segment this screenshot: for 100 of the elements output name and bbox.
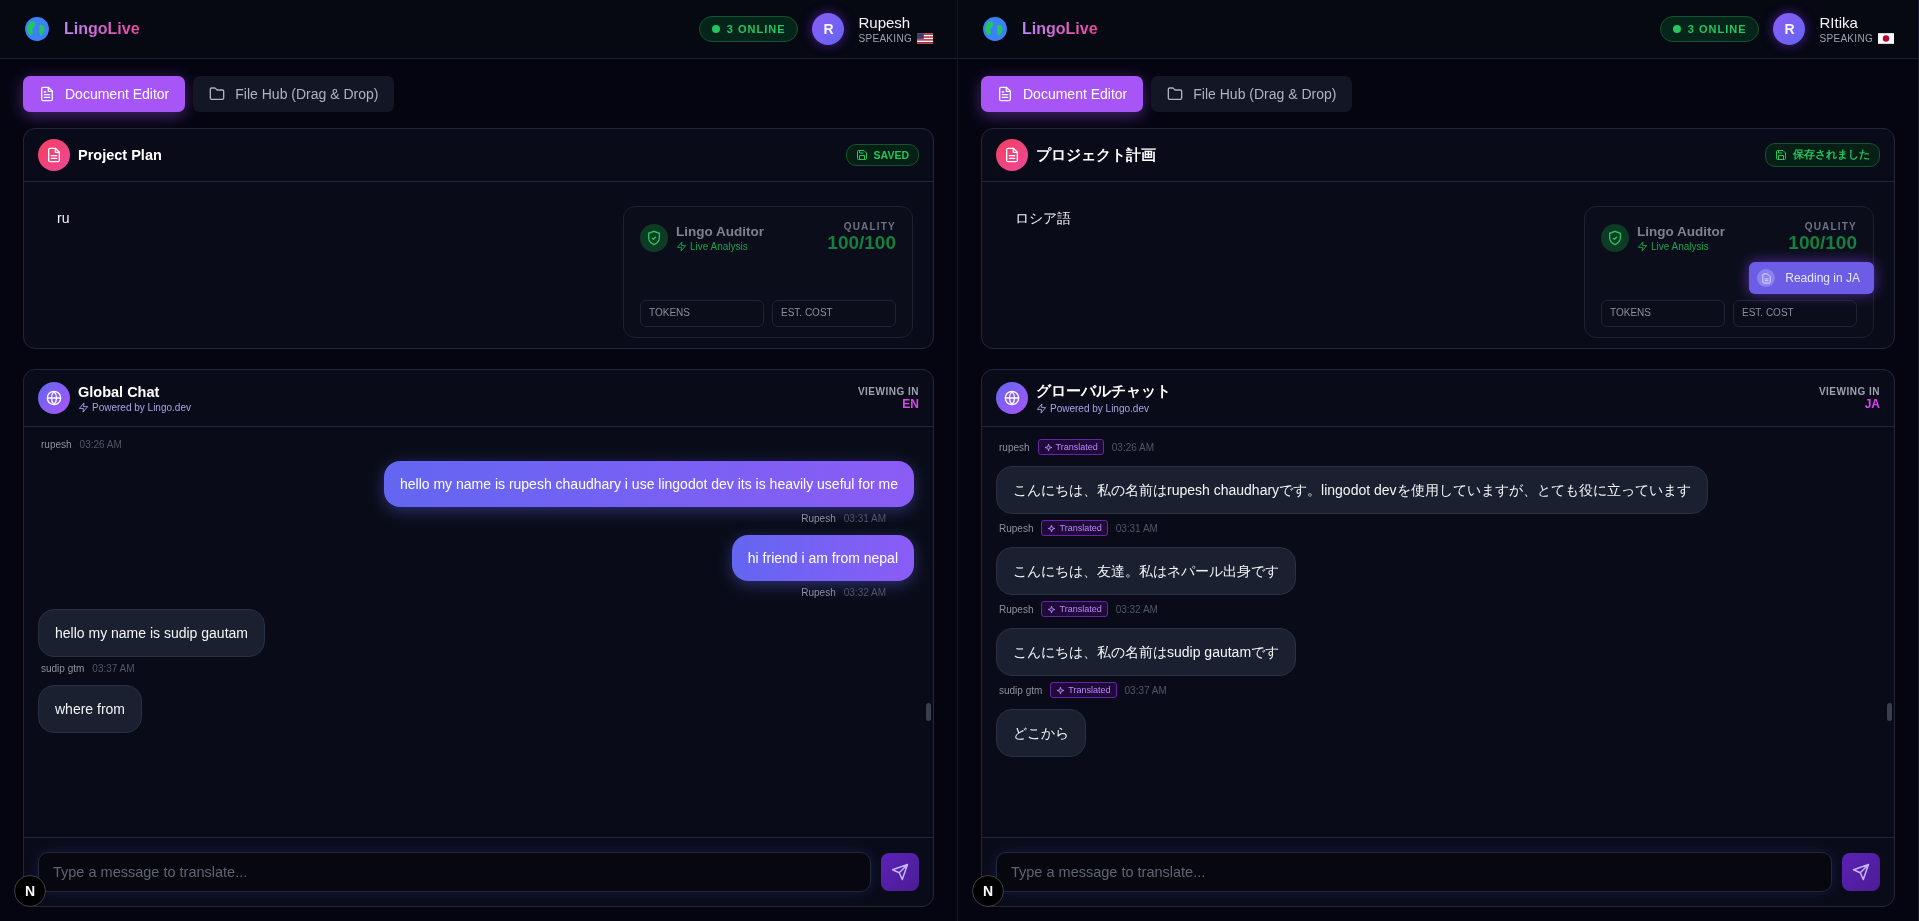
- message-bubble: どこから: [996, 709, 1086, 757]
- flag-icon: [1878, 33, 1894, 44]
- sparkle-icon: [1056, 685, 1066, 695]
- document-icon: [39, 86, 55, 102]
- dev-tools-badge[interactable]: N: [14, 875, 46, 907]
- bolt-icon: [78, 401, 89, 413]
- app-name: LingoLive: [64, 20, 140, 38]
- sender-name: Rupesh: [999, 603, 1034, 615]
- sparkle-icon: [1047, 604, 1057, 614]
- sender-name: Rupesh: [801, 587, 836, 598]
- auditor-title: Lingo Auditor: [676, 223, 764, 239]
- bolt-icon: [676, 240, 687, 252]
- globe-icon: [982, 16, 1008, 42]
- message-time: 03:26 AM: [79, 439, 122, 450]
- user-avatar: R: [812, 13, 845, 45]
- stat-label: EST. COST: [1733, 300, 1857, 327]
- save-icon: [855, 149, 868, 161]
- auditor-title: Lingo Auditor: [1637, 223, 1725, 239]
- chat-subtitle: Powered by Lingo.dev: [1050, 403, 1149, 414]
- save-icon: [1775, 149, 1787, 161]
- message-bubble: こんにちは、私の名前はsudip gautamです: [996, 628, 1297, 676]
- folder-icon: [1167, 86, 1184, 102]
- message-bubble: hello my name is rupesh chaudhary i use lingodot dev its is heavily useful for me: [383, 461, 914, 507]
- viewing-label: VIEWING IN: [857, 385, 919, 397]
- tab[interactable]: Document Editor: [981, 76, 1144, 112]
- globe-icon: [38, 382, 70, 414]
- sender-name: rupesh: [999, 441, 1030, 453]
- quality-label: QUALITY: [843, 221, 896, 232]
- sender-name: Rupesh: [801, 513, 836, 524]
- message-time: 03:32 AM: [843, 587, 886, 598]
- chat-subtitle: Powered by Lingo.dev: [92, 401, 191, 413]
- stat-label: TOKENS: [640, 300, 764, 327]
- send-button[interactable]: [1842, 853, 1880, 891]
- bolt-icon: [1637, 240, 1648, 252]
- chat-title: グローバルチャット: [1036, 382, 1171, 401]
- quality-score: 100/100: [827, 232, 896, 254]
- speaking-label: SPEAKING: [1819, 33, 1873, 44]
- sparkle-icon: [1047, 523, 1057, 533]
- reading-label: Reading in JA: [1785, 271, 1860, 285]
- tab[interactable]: Document Editor: [23, 76, 186, 112]
- dev-tools-badge[interactable]: N: [972, 875, 1004, 907]
- message-bubble: where from: [38, 685, 143, 733]
- online-count: 3 ONLINE: [726, 23, 786, 35]
- send-icon: [1852, 863, 1870, 881]
- status-dot-icon: [711, 25, 720, 33]
- user-avatar: R: [1773, 13, 1806, 45]
- document-icon: [38, 139, 70, 171]
- bolt-icon: [1036, 403, 1047, 414]
- document-icon: [997, 86, 1013, 102]
- document-icon: [996, 139, 1028, 171]
- send-icon: [891, 863, 909, 881]
- document-text[interactable]: ru: [57, 206, 70, 338]
- sender-name: sudip gtm: [999, 684, 1043, 696]
- document-title: Project Plan: [78, 147, 162, 163]
- translated-label: Translated: [1055, 442, 1098, 452]
- quality-label: QUALITY: [1804, 221, 1857, 232]
- message-bubble: こんにちは、友達。私はネパール出身です: [996, 547, 1296, 595]
- chat-title: Global Chat: [78, 383, 161, 400]
- message-bubble: hi friend i am from nepal: [731, 535, 914, 581]
- status-dot-icon: [1672, 25, 1681, 33]
- document-text[interactable]: ロシア語: [1015, 206, 1071, 338]
- auditor-subtitle: Live Analysis: [1651, 240, 1709, 252]
- online-count: 3 ONLINE: [1687, 23, 1747, 35]
- document-icon: [1757, 269, 1776, 287]
- globe-icon: [996, 382, 1028, 414]
- message-time: 03:32 AM: [1115, 603, 1158, 615]
- tab[interactable]: File Hub (Drag & Drop): [193, 76, 395, 112]
- user-name: RItika: [1819, 14, 1859, 31]
- message-input[interactable]: Type a message to translate...: [996, 852, 1832, 892]
- message-time: 03:26 AM: [1111, 441, 1155, 453]
- message-time: 03:31 AM: [1115, 522, 1158, 534]
- scrollbar-thumb[interactable]: [1887, 703, 1892, 721]
- message-bubble: こんにちは、私の名前はrupesh chaudharyです。lingodot devを使用していますが、とても役に立っています: [996, 466, 1708, 514]
- stat-label: EST. COST: [772, 300, 896, 327]
- message-input[interactable]: Type a message to translate...: [38, 852, 871, 892]
- globe-icon: [24, 16, 50, 42]
- scrollbar-thumb[interactable]: [926, 703, 931, 721]
- app-name: LingoLive: [1022, 20, 1098, 38]
- tab[interactable]: File Hub (Drag & Drop): [1151, 76, 1353, 112]
- shield-icon: [1601, 223, 1629, 252]
- message-time: 03:37 AM: [92, 663, 135, 674]
- send-button[interactable]: [881, 853, 919, 891]
- folder-icon: [209, 86, 226, 102]
- message-bubble: hello my name is sudip gautam: [38, 609, 265, 657]
- viewing-language: EN: [902, 396, 919, 411]
- sender-name: rupesh: [41, 439, 72, 450]
- speaking-label: SPEAKING: [858, 33, 912, 44]
- sender-name: sudip gtm: [41, 663, 85, 674]
- translated-label: Translated: [1068, 685, 1111, 695]
- stat-label: TOKENS: [1601, 300, 1725, 327]
- translated-label: Translated: [1059, 604, 1102, 614]
- auditor-subtitle: Live Analysis: [690, 240, 748, 252]
- document-title: プロジェクト計画: [1036, 145, 1156, 165]
- message-time: 03:31 AM: [843, 513, 886, 524]
- user-name: Rupesh: [858, 14, 912, 31]
- translated-label: Translated: [1059, 523, 1102, 533]
- message-time: 03:37 AM: [1124, 684, 1167, 696]
- saved-label: 保存されました: [1793, 148, 1870, 162]
- flag-icon: [917, 33, 933, 44]
- sender-name: Rupesh: [999, 522, 1034, 534]
